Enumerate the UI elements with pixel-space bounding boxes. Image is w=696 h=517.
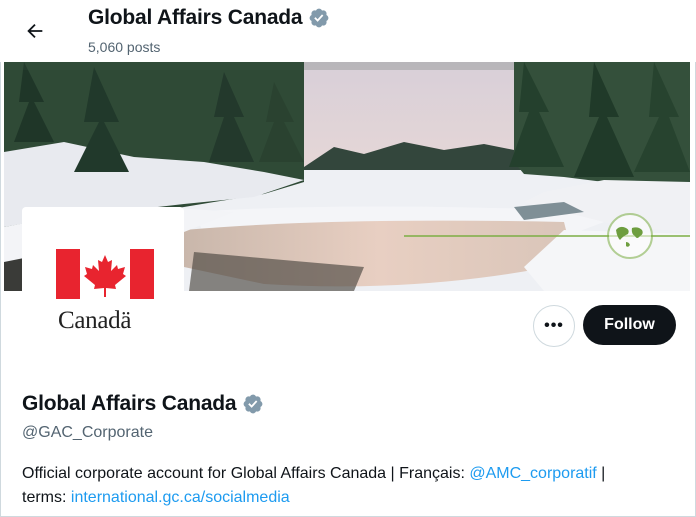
follow-button[interactable]: Follow <box>583 305 676 345</box>
header-title-row: Global Affairs Canada <box>88 6 330 30</box>
verified-badge-icon <box>308 7 330 29</box>
more-dots-icon: ••• <box>544 317 564 334</box>
profile-header: Global Affairs Canada 5,060 posts <box>0 0 696 62</box>
canada-wordmark: Canadä <box>58 307 132 334</box>
bio-terms-label: terms: <box>22 489 71 506</box>
profile-name-row: Global Affairs Canada <box>22 392 264 416</box>
verified-badge-icon[interactable] <box>242 393 264 415</box>
more-options-button[interactable]: ••• <box>533 305 575 347</box>
profile-name: Global Affairs Canada <box>22 392 237 415</box>
bio-separator: | <box>596 465 606 482</box>
post-count: 5,060 posts <box>88 39 161 55</box>
website-link[interactable]: international.gc.ca/socialmedia <box>71 489 290 506</box>
profile-avatar[interactable]: Canadä <box>22 207 184 363</box>
profile-bio: Official corporate account for Global Af… <box>22 462 682 510</box>
header-title: Global Affairs Canada <box>88 6 303 29</box>
avatar-image: Canadä <box>26 211 180 359</box>
mention-link[interactable]: @AMC_corporatif <box>469 465 596 482</box>
arrow-left-icon <box>27 23 43 39</box>
bio-text: Official corporate account for Global Af… <box>22 465 470 482</box>
back-button[interactable] <box>20 16 50 46</box>
canada-flag-icon <box>56 249 154 299</box>
profile-handle: @GAC_Corporate <box>22 424 153 441</box>
